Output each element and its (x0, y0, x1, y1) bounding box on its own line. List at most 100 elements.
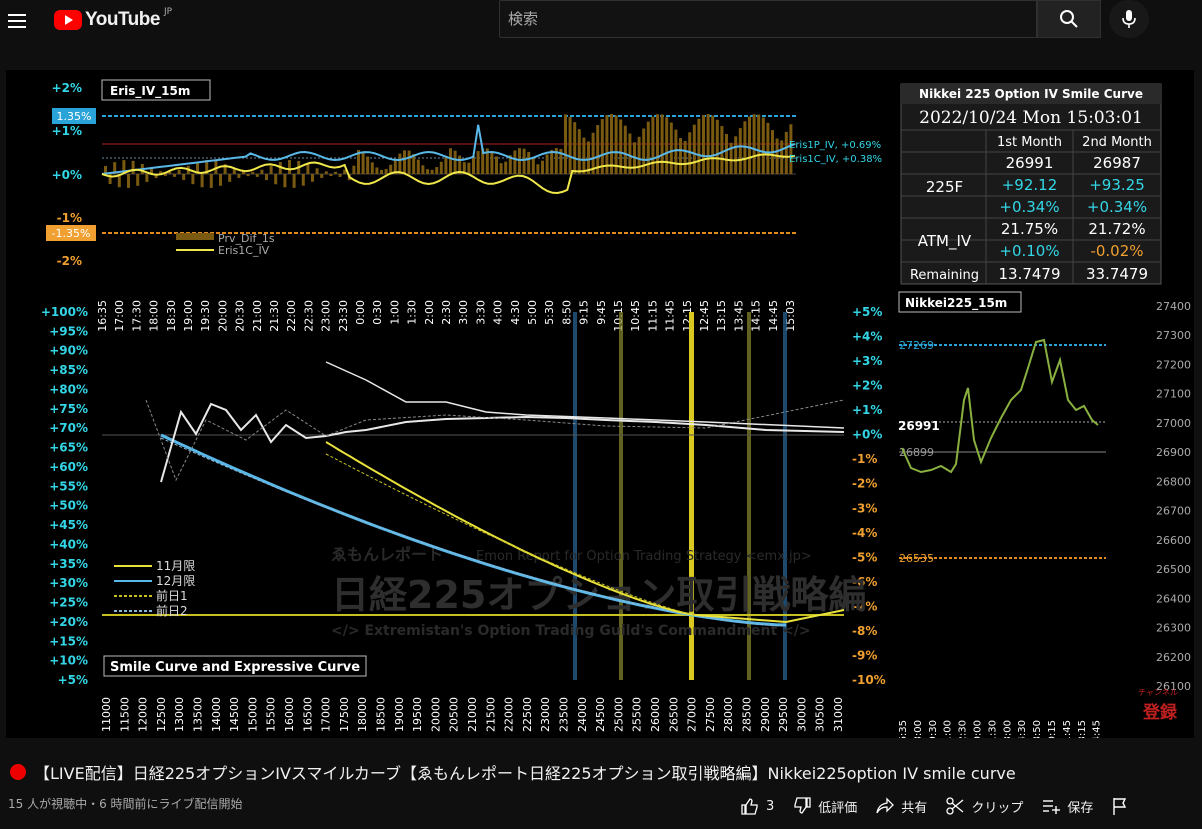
smile-left-tick: +45% (49, 518, 88, 532)
nikkei-x-tick: 19:30 (928, 720, 939, 738)
legend-eris1c: Eris1C_IV (218, 244, 270, 257)
smile-legend-label: 11月限 (156, 559, 195, 573)
top-bar (416, 159, 420, 174)
top-bar (246, 174, 250, 177)
top-bar (642, 128, 646, 174)
top-bar (665, 117, 669, 174)
info-fchg2: +93.25 (1089, 176, 1145, 194)
top-bar (522, 148, 526, 174)
top-x-tick: 0:30 (371, 300, 384, 325)
search-input[interactable] (500, 1, 1036, 37)
info-atm-label: ATM_IV (918, 232, 972, 251)
top-x-tick: 2:00 (423, 300, 436, 325)
youtube-logo[interactable]: YouTube JP (54, 7, 172, 32)
top-bar (495, 156, 498, 174)
smile-x-tick: 14000 (210, 697, 223, 732)
save-button[interactable]: 保存 (1041, 796, 1093, 816)
smile-x-tick: 31000 (832, 697, 845, 732)
info-fpct2: +0.34% (1087, 198, 1147, 216)
top-x-tick: 1:30 (406, 300, 419, 325)
top-x-tick: 19:00 (182, 300, 195, 332)
info-remaining-label: Remaining (910, 268, 979, 283)
info-atmchg1: +0.10% (999, 242, 1059, 260)
share-button[interactable]: 共有 (875, 796, 927, 816)
top-bar (453, 150, 457, 174)
top-x-tick: 2:30 (440, 300, 453, 325)
top-bar (761, 117, 765, 174)
top-bar (513, 150, 517, 174)
top-bar (352, 165, 356, 174)
smile-x-tick: 25000 (612, 697, 625, 732)
search-button[interactable] (1037, 0, 1101, 38)
top-bar (421, 165, 425, 174)
smile-x-tick: 29000 (759, 697, 772, 732)
top-bar (430, 169, 434, 174)
smile-left-tick: +60% (49, 460, 88, 474)
top-bar (504, 161, 508, 174)
watermark-3: </> Extremistan's Option Trading Guild's… (331, 623, 811, 639)
scissors-icon (946, 797, 964, 815)
smile-right-tick: +3% (852, 354, 882, 368)
smile-x-tick: 24000 (576, 697, 589, 732)
top-bar (301, 174, 305, 186)
smile-left-tick: +100% (41, 305, 88, 319)
top-y-tick: -1% (57, 211, 82, 225)
top-y-tick: +0% (52, 168, 82, 182)
top-bar (288, 160, 291, 174)
top-bar (715, 119, 719, 174)
nikkei-y-tick: 26400 (1156, 592, 1191, 605)
hamburger-icon[interactable] (8, 10, 30, 32)
top-bar (320, 174, 324, 178)
smile-left-tick: +40% (49, 537, 88, 551)
top-bar (692, 124, 696, 174)
smile-x-tick: 14500 (228, 697, 241, 732)
search-box[interactable] (499, 0, 1037, 38)
top-x-tick: 22:30 (302, 300, 315, 332)
dislike-button[interactable]: 低評価 (792, 796, 857, 816)
clip-label: クリップ (971, 800, 1024, 816)
top-bar (145, 174, 149, 182)
smile-right-tick: -3% (852, 501, 877, 515)
logo-text: YouTube (85, 9, 160, 30)
top-bar (577, 129, 581, 174)
nikkei-x-tick: 16:35 (898, 720, 909, 738)
smile-left-tick: +10% (49, 654, 88, 668)
nikkei-x-tick: 8:50 (1032, 720, 1043, 738)
clip-button[interactable]: クリップ (945, 796, 1023, 816)
top-bar (398, 153, 402, 174)
top-x-tick: 22:00 (285, 300, 298, 332)
info-datetime: 2022/10/24 Mon 15:03:01 (919, 108, 1143, 128)
top-bar (260, 169, 264, 174)
smile-x-tick: 21000 (466, 697, 479, 732)
report-button[interactable] (1111, 796, 1135, 816)
nikkei-x-tick: 13:15 (1077, 720, 1088, 738)
smile-left-tick: +5% (58, 673, 88, 687)
top-x-tick: 18:00 (148, 300, 161, 332)
info-f1: 26991 (1006, 154, 1054, 172)
top-x-tick: 11:45 (664, 300, 677, 332)
top-bar (784, 131, 788, 174)
top-bar (251, 171, 255, 174)
top-bar (324, 171, 328, 174)
top-bar (738, 128, 742, 174)
smile-x-tick: 15000 (246, 697, 259, 732)
smile-right-tick: -9% (852, 648, 877, 662)
top-bar (274, 174, 278, 185)
top-bar (439, 161, 443, 174)
stream-frame: Eris_IV_15m +2% +1% +0% -1% -2% 1.35% -1.35% Eri… (41, 79, 1191, 738)
smile-left-tick: +35% (49, 557, 88, 571)
like-button[interactable]: 3 (740, 796, 774, 816)
top-bar (131, 160, 135, 174)
top-bar (255, 174, 259, 177)
top-bar (499, 163, 503, 174)
smile-left-tick: +65% (49, 441, 88, 455)
smile-x-tick: 28000 (722, 697, 735, 732)
like-count: 3 (766, 798, 775, 814)
voice-search-button[interactable] (1109, 0, 1149, 38)
smile-right-tick: -2% (852, 477, 877, 491)
smile-left-tick: +90% (49, 344, 88, 358)
nikkei-y-tick: 26600 (1156, 534, 1191, 547)
video-player[interactable]: Eris_IV_15m +2% +1% +0% -1% -2% 1.35% -1.35% Eri… (6, 70, 1194, 738)
top-bar (292, 174, 296, 188)
top-bar (702, 115, 705, 174)
